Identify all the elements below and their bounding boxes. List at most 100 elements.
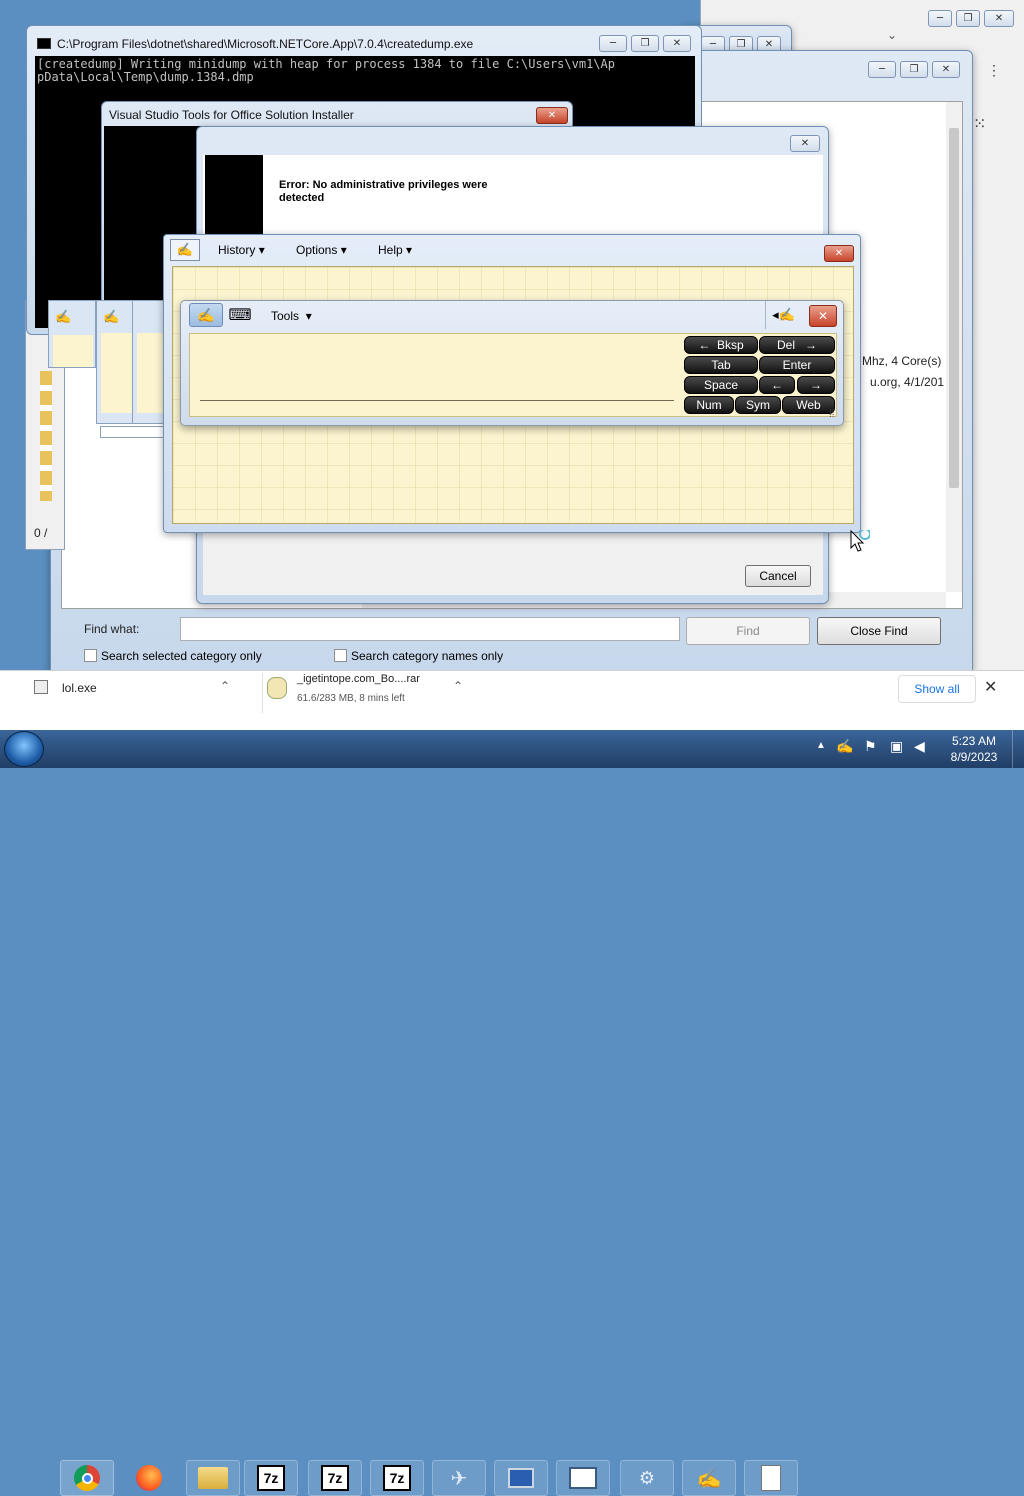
sysinfo-text-2: u.org, 4/1/201 <box>870 375 945 389</box>
pen-icon: ✍ <box>696 1467 722 1490</box>
firefox-icon <box>136 1465 162 1491</box>
right-arrow-key[interactable]: → <box>797 376 835 394</box>
arrow-right-icon: → <box>805 338 818 352</box>
find-window-maximize[interactable]: ❐ <box>900 61 928 78</box>
vsto-title: Visual Studio Tools for Office Solution … <box>109 108 354 122</box>
close-find-button[interactable]: Close Find <box>817 617 941 645</box>
cancel-button[interactable]: Cancel <box>745 565 811 587</box>
show-desktop-button[interactable] <box>1012 730 1024 768</box>
tip-tray-icon[interactable]: ✍ <box>836 738 853 755</box>
console-close-button[interactable]: ✕ <box>663 35 691 52</box>
show-all-button[interactable]: Show all <box>898 675 976 703</box>
download-item-2-name: _igetintope.com_Bo....rar <box>297 673 420 685</box>
sysinfo-text-1: Mhz, 4 Core(s) <box>862 354 942 368</box>
checkbox[interactable] <box>334 649 347 662</box>
volume-tray-icon[interactable]: ◀ <box>914 738 925 755</box>
error-dialog-close-button[interactable]: ✕ <box>790 135 820 152</box>
console-minimize-button[interactable]: ─ <box>599 35 627 52</box>
writing-pad-tab[interactable]: ✍ <box>189 303 223 327</box>
folder-list <box>40 371 52 501</box>
browser-maximize-button[interactable]: ❐ <box>956 10 980 27</box>
document-icon <box>761 1465 781 1491</box>
7zip-icon: 7z <box>383 1465 411 1491</box>
space-key[interactable]: Space <box>684 376 758 394</box>
setup-taskbar-button[interactable]: ⚙ <box>620 1460 674 1496</box>
7zip-taskbar-button-2[interactable]: 7z <box>308 1460 362 1496</box>
find-what-label: Find what: <box>84 622 140 636</box>
checkbox[interactable] <box>84 649 97 662</box>
network-tray-icon[interactable]: ▣ <box>890 738 903 755</box>
arrow-left-icon: ← <box>698 338 711 352</box>
chrome-taskbar-button[interactable] <box>60 1460 114 1496</box>
mouse-cursor-icon <box>850 528 871 554</box>
find-window-close[interactable]: ✕ <box>932 61 960 78</box>
firefox-taskbar-button[interactable] <box>122 1460 176 1496</box>
search-selected-category-option[interactable]: Search selected category only <box>84 649 262 663</box>
search-category-names-option[interactable]: Search category names only <box>334 649 503 663</box>
status-partial: 0 / <box>34 526 48 540</box>
installer-taskbar-button[interactable]: ✈ <box>432 1460 486 1496</box>
dock-toggle-button[interactable]: ◂✍ <box>765 301 801 329</box>
left-arrow-key[interactable]: ← <box>759 376 795 394</box>
folder-icon <box>198 1467 228 1489</box>
more-menu-icon[interactable]: ⋮ <box>987 62 1001 79</box>
writing-area[interactable]: ← Bksp Del → Tab Enter Space ← → Num Sym… <box>189 333 837 417</box>
sym-key[interactable]: Sym <box>735 396 781 414</box>
start-button[interactable] <box>4 731 44 767</box>
tab-key[interactable]: Tab <box>684 356 758 374</box>
console-maximize-button[interactable]: ❐ <box>631 35 659 52</box>
web-key[interactable]: Web <box>782 396 835 414</box>
download-item-1[interactable]: lol.exe ⌃ <box>32 679 248 709</box>
vsto-close-button[interactable]: ✕ <box>536 107 568 124</box>
apps-grid-icon[interactable]: ⁙ <box>973 114 986 134</box>
notepad-taskbar-button[interactable] <box>744 1460 798 1496</box>
input-panel-close-button[interactable]: ✕ <box>809 305 837 327</box>
explorer-taskbar-button[interactable] <box>186 1460 240 1496</box>
browser-close-button[interactable]: ✕ <box>984 10 1014 27</box>
input-panel: ✍ ⌨ Tools ▾ ◂✍ ✕ ← Bksp Del → Tab Enter … <box>180 300 844 426</box>
download-bar: lol.exe ⌃ _igetintope.com_Bo....rar 61.6… <box>0 670 1024 730</box>
7zip-taskbar-button-1[interactable]: 7z <box>244 1460 298 1496</box>
chevron-down-icon[interactable]: ⌄ <box>887 28 897 42</box>
delete-key[interactable]: Del → <box>759 336 835 354</box>
chevron-up-icon[interactable]: ⌃ <box>220 679 230 693</box>
history-menu[interactable]: History ▾ <box>218 243 265 257</box>
console-taskbar-button[interactable] <box>556 1460 610 1496</box>
find-button[interactable]: Find <box>686 617 810 645</box>
rar-icon <box>267 677 287 699</box>
num-key[interactable]: Num <box>684 396 734 414</box>
key-label: Del <box>776 338 795 352</box>
close-download-bar-icon[interactable]: ✕ <box>984 677 997 697</box>
find-what-input[interactable] <box>180 617 680 641</box>
enter-key[interactable]: Enter <box>759 356 835 374</box>
chrome-icon <box>74 1465 100 1491</box>
clock[interactable]: 5:23 AM 8/9/2023 <box>944 733 1004 765</box>
help-menu[interactable]: Help ▾ <box>378 243 412 257</box>
tools-menu[interactable]: Tools ▾ <box>271 309 312 323</box>
browser-minimize-button[interactable]: ─ <box>928 10 952 27</box>
writing-baseline <box>200 400 674 401</box>
backspace-key[interactable]: ← Bksp <box>684 336 758 354</box>
option-label: Search category names only <box>351 649 504 663</box>
pen-icon: ✍ <box>55 309 72 324</box>
chevron-up-icon[interactable]: ⌃ <box>453 679 463 693</box>
tip-taskbar-button[interactable]: ✍ <box>682 1460 736 1496</box>
keyboard-tab[interactable]: ⌨ <box>223 303 257 327</box>
show-hidden-icons-icon[interactable]: ▲ <box>816 740 826 751</box>
setup-icon: ⚙ <box>638 1467 656 1488</box>
download-item-1-name: lol.exe <box>62 681 97 695</box>
flag-tray-icon[interactable]: ⚑ <box>864 738 877 755</box>
7zip-taskbar-button-3[interactable]: 7z <box>370 1460 424 1496</box>
window-icon <box>569 1467 597 1489</box>
scrollbar-thumb[interactable] <box>949 128 959 488</box>
download-item-2-progress: 61.6/283 MB, 8 mins left <box>297 693 405 704</box>
find-window-minimize[interactable]: ─ <box>868 61 896 78</box>
installer-icon: ✈ <box>450 1467 468 1490</box>
tip-app-icon: ✍ <box>170 239 200 261</box>
tip-close-button[interactable]: ✕ <box>824 245 854 262</box>
vertical-scrollbar[interactable] <box>946 102 962 592</box>
resize-grip-icon[interactable]: ⁞⁞ <box>829 409 835 420</box>
options-menu[interactable]: Options ▾ <box>296 243 347 257</box>
download-item-2[interactable]: _igetintope.com_Bo....rar 61.6/283 MB, 8… <box>262 673 482 713</box>
sysinfo-taskbar-button[interactable] <box>494 1460 548 1496</box>
